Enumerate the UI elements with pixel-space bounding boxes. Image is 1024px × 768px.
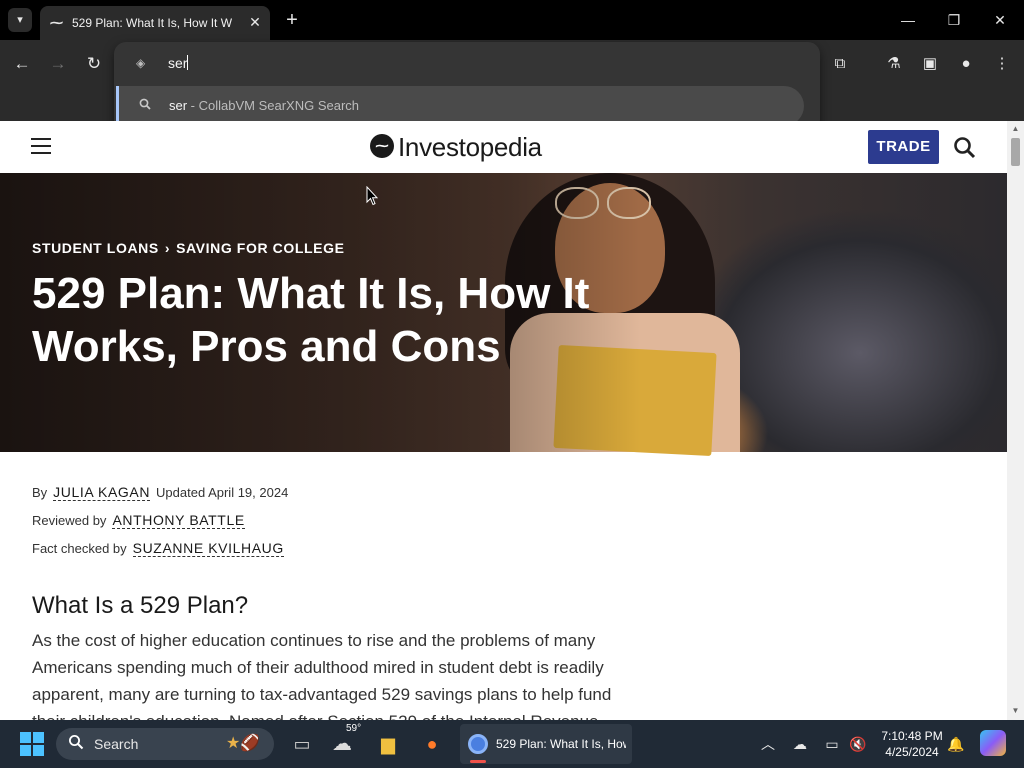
search-highlight-icon: ★🏈 — [226, 735, 261, 752]
reload-button[interactable]: ↻ — [80, 50, 108, 78]
address-bar-input[interactable]: ser — [168, 53, 768, 73]
minimize-button[interactable]: — — [888, 6, 928, 34]
section-heading: What Is a 529 Plan? — [32, 592, 249, 619]
reviewer-link[interactable]: ANTHONY BATTLE — [112, 512, 245, 529]
scroll-down-arrow-icon[interactable]: ▼ — [1007, 705, 1024, 717]
copilot-icon[interactable] — [980, 730, 1006, 756]
task-view-icon[interactable]: ▭ — [286, 728, 318, 760]
suggestion-engine: CollabVM SearXNG Search — [198, 98, 360, 113]
labs-flask-icon[interactable]: ⚗ — [880, 50, 908, 78]
investopedia-logo-mark-icon: ⁓ — [370, 134, 394, 158]
taskbar-search-box[interactable]: Search ★🏈 — [56, 728, 274, 760]
site-logo[interactable]: ⁓ Investopedia — [370, 131, 560, 163]
taskbar-search-label: Search — [94, 736, 139, 752]
address-bar-typed-text: ser — [168, 55, 188, 71]
tab-active[interactable]: ⁓ 529 Plan: What It Is, How It W ✕ — [40, 6, 270, 40]
breadcrumb: STUDENT LOANS › SAVING FOR COLLEGE — [32, 239, 345, 257]
clock-time: 7:10:48 PM — [881, 729, 943, 743]
breadcrumb-separator: › — [164, 240, 171, 256]
restore-button[interactable]: ❐ — [934, 6, 974, 34]
notifications-bell-icon[interactable]: 🔔 — [946, 734, 966, 754]
search-icon — [139, 97, 155, 115]
chrome-icon — [468, 734, 488, 754]
suggestion-text: ser - CollabVM SearXNG Search — [169, 97, 769, 115]
site-info-icon[interactable]: ◈ — [136, 55, 152, 71]
reviewed-by-label: Reviewed by — [32, 513, 107, 528]
scroll-up-arrow-icon[interactable]: ▲ — [1007, 123, 1024, 135]
investopedia-favicon-icon: ⁓ — [50, 15, 63, 30]
menu-kebab-icon[interactable]: ⋮ — [988, 50, 1016, 78]
file-explorer-icon[interactable]: ▆ — [372, 728, 404, 760]
extensions-icon[interactable]: ⧉ — [826, 50, 854, 78]
clock-date: 4/25/2024 — [885, 745, 939, 759]
close-window-button[interactable]: ✕ — [980, 6, 1020, 34]
text-caret — [187, 55, 189, 70]
back-button[interactable]: ← — [8, 50, 36, 78]
breadcrumb-item-student-loans[interactable]: STUDENT LOANS — [32, 240, 159, 256]
omnibox-suggestion[interactable]: ser - CollabVM SearXNG Search — [116, 86, 804, 126]
site-search-icon[interactable] — [952, 135, 978, 161]
suggestion-query: ser — [169, 98, 188, 113]
author-link[interactable]: JULIA KAGAN — [53, 484, 151, 501]
tab-close-icon[interactable]: ✕ — [246, 13, 264, 31]
firefox-icon[interactable]: ● — [416, 728, 448, 760]
tab-search-chevron-icon[interactable]: ▾ — [8, 8, 32, 32]
scroll-thumb[interactable] — [1011, 138, 1020, 166]
factchecker-link[interactable]: SUZANNE KVILHAUG — [132, 540, 284, 557]
fact-checked-label: Fact checked by — [32, 541, 127, 556]
site-header: ⁓ Investopedia TRADE — [0, 121, 1007, 173]
browser-titlebar: ▾ ⁓ 529 Plan: What It Is, How It W ✕ + —… — [0, 0, 1024, 40]
taskbar-window-label: 529 Plan: What It Is, How — [496, 737, 626, 751]
byline-author: By JULIA KAGAN Updated April 19, 2024 — [32, 481, 532, 503]
new-tab-button[interactable]: + — [280, 9, 304, 33]
logo-text: Investopedia — [398, 132, 542, 162]
onedrive-offline-icon[interactable]: ☁ — [790, 734, 810, 754]
hamburger-menu-icon[interactable] — [31, 138, 53, 156]
web-page: ⁓ Investopedia TRADE STUDENT LOANS › SAVIN… — [0, 121, 1024, 720]
article-body: As the cost of higher education continue… — [32, 631, 612, 720]
search-icon — [68, 734, 86, 754]
side-panel-icon[interactable]: ▣ — [916, 50, 944, 78]
suggestion-separator: - — [187, 98, 199, 113]
breadcrumb-item-saving-for-college[interactable]: SAVING FOR COLLEGE — [176, 240, 344, 256]
trade-button[interactable]: TRADE — [868, 130, 939, 164]
weather-temperature: 59° — [346, 723, 362, 734]
windows-taskbar: Search ★🏈 ▭ ☁ 59° ▆ ● 529 Plan: What It … — [0, 720, 1024, 768]
taskbar-clock[interactable]: 7:10:48 PM 4/25/2024 — [876, 728, 948, 762]
active-indicator — [470, 760, 486, 763]
tray-overflow-chevron-icon[interactable]: ︿ — [758, 734, 778, 754]
by-label: By — [32, 485, 48, 500]
tab-title: 529 Plan: What It Is, How It W — [72, 16, 233, 30]
byline-factchecker: Fact checked by SUZANNE KVILHAUG — [32, 537, 532, 559]
hero-banner: STUDENT LOANS › SAVING FOR COLLEGE 529 Pla… — [0, 173, 1007, 457]
mouse-cursor-icon — [366, 186, 378, 206]
network-icon[interactable]: ▭ — [822, 734, 842, 754]
taskbar-chrome-window[interactable]: 529 Plan: What It Is, How — [460, 724, 632, 764]
volume-muted-icon[interactable]: 🔇 — [848, 734, 868, 754]
updated-date: Updated April 19, 2024 — [156, 485, 289, 500]
omnibox-dropdown: ◈ ser ser - CollabVM SearXNG Search — [114, 42, 820, 132]
article-title: 529 Plan: What It Is, How It Works, Pros… — [32, 269, 590, 371]
forward-button[interactable]: → — [44, 50, 72, 78]
profile-icon[interactable]: ● — [952, 50, 980, 78]
byline-reviewer: Reviewed by ANTHONY BATTLE — [32, 509, 532, 531]
screen: ▾ ⁓ 529 Plan: What It Is, How It W ✕ + —… — [0, 0, 1024, 768]
windows-start-icon[interactable] — [20, 732, 44, 756]
page-scrollbar[interactable]: ▲ ▼ — [1007, 121, 1024, 720]
